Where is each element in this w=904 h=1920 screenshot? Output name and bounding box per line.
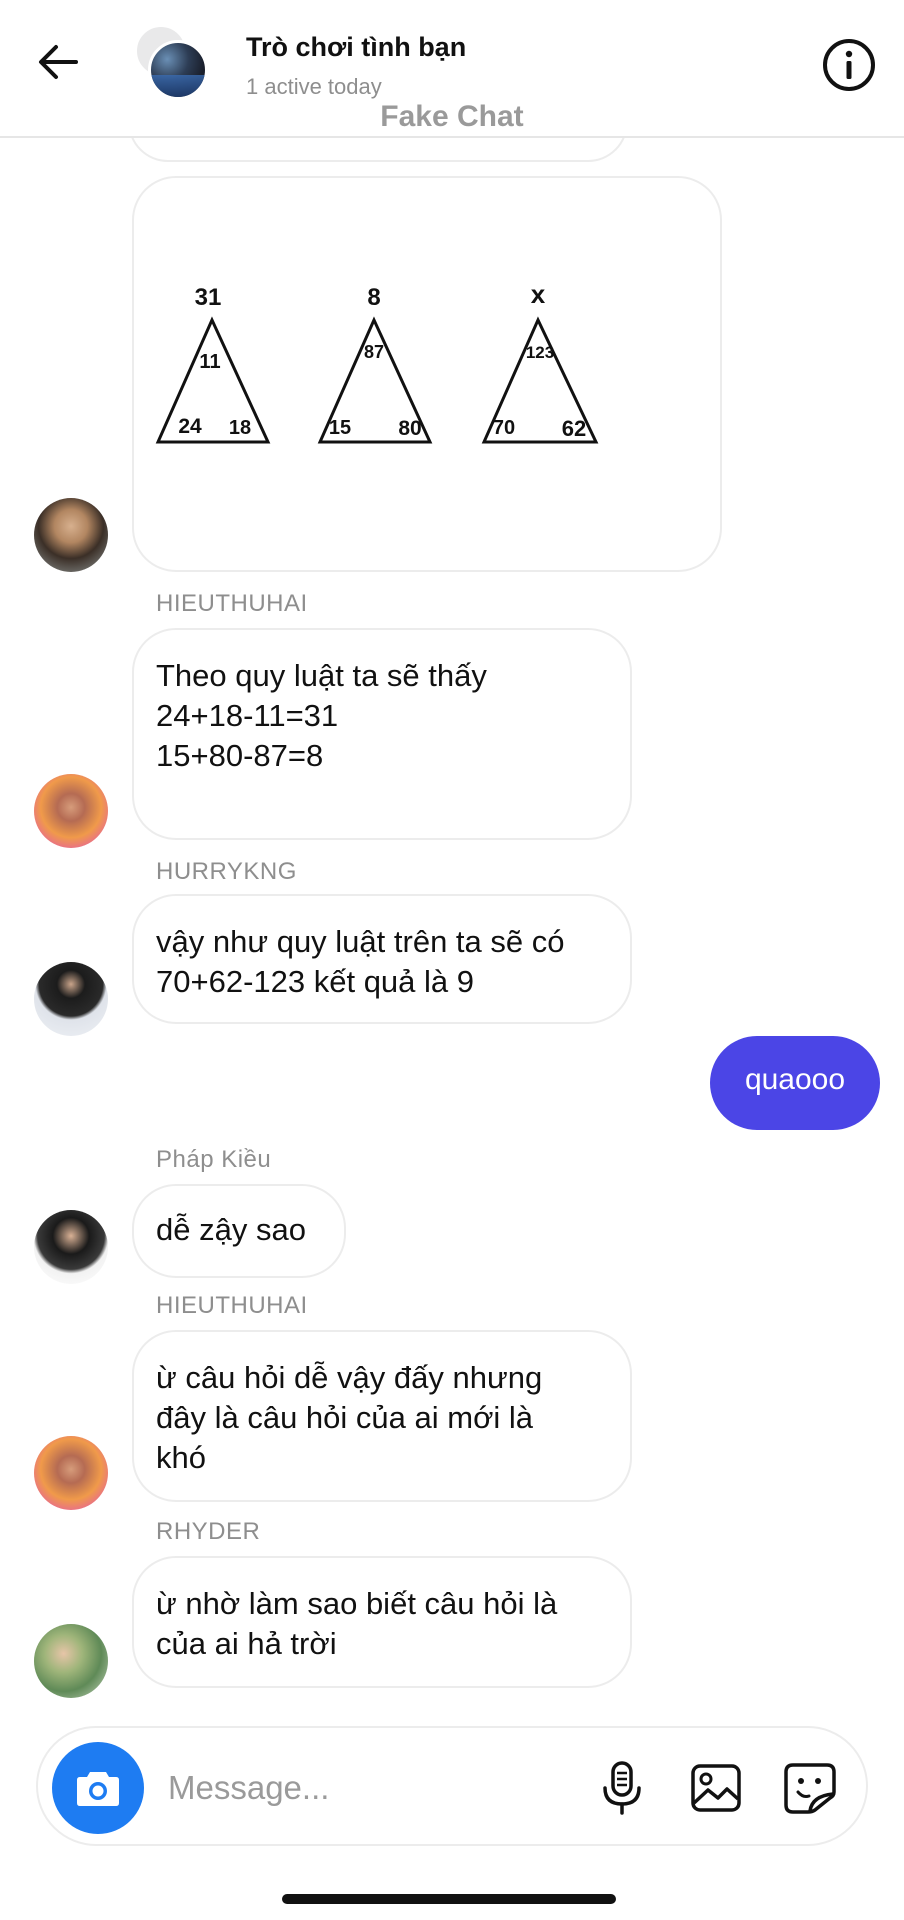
message-line: vậy như quy luật trên ta sẽ có (156, 924, 565, 959)
message-bubble[interactable]: vậy như quy luật trên ta sẽ có 70+62-123… (132, 894, 632, 1024)
outgoing-message-bubble[interactable]: quaooo (710, 1036, 880, 1130)
triangle-1-inner: 11 (199, 351, 220, 373)
chat-title[interactable]: Trò chơi tình bạn (246, 32, 466, 63)
triangle-3-left: 70 (493, 417, 515, 439)
avatar-hurrykng[interactable] (34, 962, 108, 1036)
message-line: 70+62-123 kết quả là 9 (156, 964, 475, 999)
triangle-1-left: 24 (178, 415, 202, 438)
triangle-1 (155, 316, 271, 444)
avatar-sender-1[interactable] (34, 498, 108, 572)
message-composer (36, 1726, 868, 1846)
message-line: ừ nhờ làm sao biết câu hỏi là (156, 1586, 558, 1621)
triangle-2-right: 80 (398, 417, 421, 440)
triangle-2-top: 8 (367, 284, 380, 311)
triangle-3-top: x (531, 279, 546, 309)
message-line: 24+18-11=31 (156, 698, 339, 733)
message-line: ừ câu hỏi dễ vậy đấy nhưng (156, 1360, 543, 1395)
message-input[interactable] (168, 1764, 508, 1812)
microphone-button[interactable] (592, 1758, 652, 1818)
triangle-puzzle-image: 31 11 24 18 8 87 15 80 x 123 70 62 (155, 279, 599, 444)
triangle-1-top: 31 (195, 284, 222, 311)
info-circle-icon (823, 39, 875, 91)
triangle-3-right: 62 (562, 416, 586, 441)
camera-icon (77, 1772, 119, 1806)
avatar-hieuthuhai[interactable] (34, 774, 108, 848)
triangle-2-inner: 87 (364, 342, 384, 362)
active-status: 1 active today (246, 74, 382, 99)
sticker-icon (784, 1763, 836, 1814)
triangle-2-left: 15 (329, 417, 351, 439)
message-line: Theo quy luật ta sẽ thấy (156, 658, 487, 693)
message-bubble[interactable]: dễ zậy sao (132, 1184, 346, 1278)
image-icon (691, 1764, 741, 1812)
message-bubble[interactable]: ừ nhờ làm sao biết câu hỏi là của ai hả … (132, 1556, 632, 1688)
message-line: dễ zậy sao (156, 1212, 306, 1247)
sender-name: Pháp Kiều (156, 1146, 272, 1173)
sender-name: HIEUTHUHAI (156, 1292, 308, 1319)
message-bubble[interactable]: ừ câu hỏi dễ vậy đấy nhưng đây là câu hỏ… (132, 1330, 632, 1502)
message-line: quaooo (744, 1063, 846, 1096)
sender-name: HURRYKNG (156, 858, 297, 885)
puzzle-image-message[interactable]: 31 11 24 18 8 87 15 80 x 123 70 62 (132, 176, 722, 572)
message-line: khó (156, 1440, 206, 1475)
sticker-button[interactable] (780, 1758, 840, 1818)
home-indicator[interactable] (282, 1894, 616, 1904)
triangle-3-inner: 123 (526, 343, 554, 362)
back-button[interactable] (30, 34, 86, 90)
watermark-text: Fake Chat (380, 100, 524, 133)
message-line: đây là câu hỏi của ai mới là (156, 1400, 534, 1435)
sender-name: RHYDER (156, 1518, 261, 1545)
sender-name: HIEUTHUHAI (156, 590, 308, 617)
info-button[interactable] (820, 36, 878, 94)
avatar-phap-kieu[interactable] (34, 1210, 108, 1284)
message-line: 15+80-87=8 (156, 738, 324, 773)
arrow-left-icon (39, 45, 78, 79)
avatar-rhyder[interactable] (34, 1624, 108, 1698)
group-avatar[interactable] (130, 24, 210, 104)
gallery-button[interactable] (686, 1758, 746, 1818)
triangle-1-right: 18 (229, 417, 251, 439)
message-line: của ai hả trời (156, 1626, 337, 1661)
microphone-icon (603, 1761, 641, 1815)
camera-button[interactable] (52, 1742, 144, 1834)
message-bubble[interactable]: Theo quy luật ta sẽ thấy 24+18-11=31 15+… (132, 628, 632, 840)
avatar-hieuthuhai[interactable] (34, 1436, 108, 1510)
